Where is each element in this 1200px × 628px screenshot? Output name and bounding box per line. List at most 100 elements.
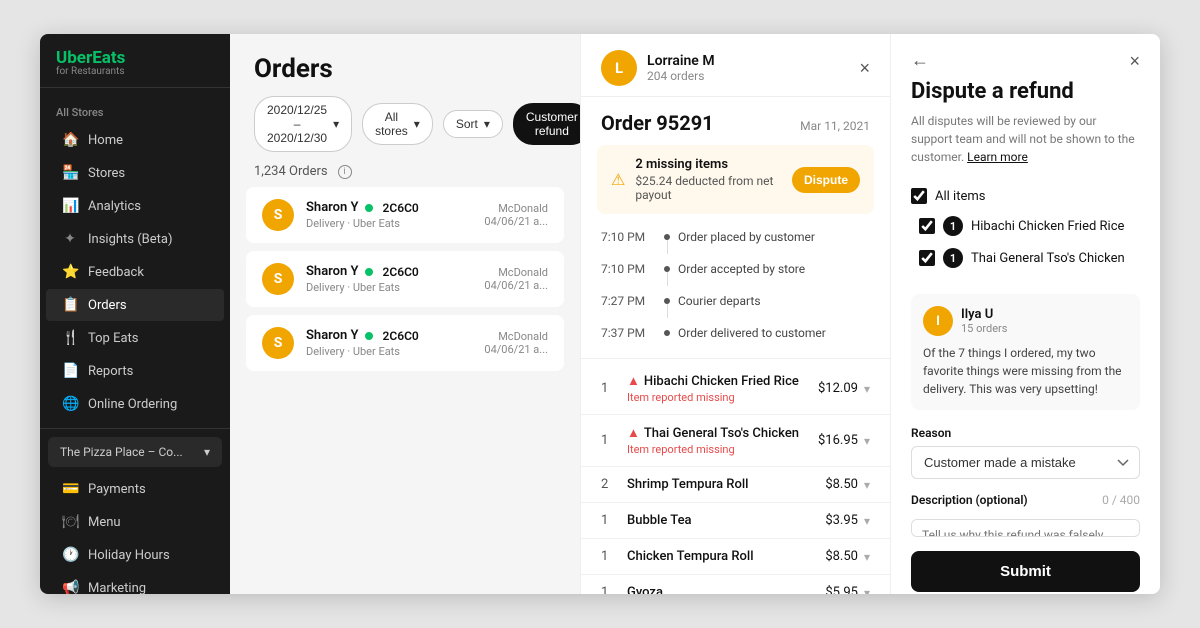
close-dispute-button[interactable]: ×: [1129, 52, 1140, 70]
sidebar: UberEats for Restaurants All Stores 🏠 Ho…: [40, 34, 230, 594]
sidebar-item-analytics[interactable]: 📊 Analytics: [46, 190, 224, 222]
timeline-event: Order delivered to customer: [678, 326, 826, 340]
item-qty: 1: [601, 513, 619, 528]
table-row[interactable]: S Sharon Y 2C6C0 Delivery · Uber Eats Mc…: [246, 187, 564, 243]
sidebar-item-label: Menu: [88, 515, 121, 530]
order-item-row[interactable]: 1 Chicken Tempura Roll $8.50 ▾: [581, 539, 890, 575]
stores-icon: 🏪: [62, 165, 78, 181]
all-items-checkbox[interactable]: [911, 188, 927, 204]
app-logo: UberEats for Restaurants: [40, 34, 230, 88]
dispute-banner-title: 2 missing items: [635, 157, 782, 172]
date-range-label: 2020/12/25 – 2020/12/30: [267, 103, 327, 145]
order-meta: Delivery · Uber Eats: [306, 281, 472, 294]
close-button[interactable]: ×: [859, 59, 870, 77]
sidebar-item-topeats[interactable]: 🍴 Top Eats: [46, 322, 224, 354]
store-filter-button[interactable]: All stores ▾: [362, 103, 433, 145]
dispute-title: Dispute a refund: [911, 79, 1140, 104]
item-price: $3.95: [814, 513, 858, 528]
sidebar-item-online-ordering[interactable]: 🌐 Online Ordering: [46, 388, 224, 420]
item-name: Chicken Tempura Roll: [627, 549, 806, 564]
chevron-right-icon: ▾: [864, 382, 870, 396]
reviewer-name: Ilya U: [961, 307, 1007, 322]
order-item-row[interactable]: 1 ▲Thai General Tso's Chicken Item repor…: [581, 415, 890, 467]
timeline-event: Order placed by customer: [678, 230, 815, 254]
sidebar-item-label: Holiday Hours: [88, 548, 170, 563]
order-timeline: 7:10 PM Order placed by customer 7:10 PM…: [581, 226, 890, 354]
home-icon: 🏠: [62, 132, 78, 148]
orders-count-label: 1,234 Orders: [254, 164, 328, 179]
description-textarea[interactable]: [911, 519, 1140, 537]
menu-icon: 🍽: [62, 514, 78, 530]
store-selector[interactable]: The Pizza Place – Co... ▾: [48, 437, 222, 467]
sidebar-item-label: Online Ordering: [88, 397, 177, 412]
feedback-icon: ⭐: [62, 264, 78, 280]
all-items-checkbox-row[interactable]: All items: [911, 182, 1140, 210]
sort-label: Sort: [456, 117, 478, 131]
avatar: S: [262, 263, 294, 295]
sidebar-item-menu[interactable]: 🍽 Menu: [46, 506, 224, 538]
order-item-row[interactable]: 1 Bubble Tea $3.95 ▾: [581, 503, 890, 539]
dispute-button[interactable]: Dispute: [792, 167, 860, 193]
sidebar-item-insights[interactable]: ✦ Insights (Beta): [46, 223, 224, 255]
item-qty: 2: [601, 477, 619, 492]
item-2-checkbox-row[interactable]: 1 Thai General Tso's Chicken: [919, 242, 1140, 274]
sidebar-item-stores[interactable]: 🏪 Stores: [46, 157, 224, 189]
sidebar-item-label: Payments: [88, 482, 146, 497]
back-button[interactable]: ←: [911, 50, 929, 71]
reviewer-orders: 15 orders: [961, 322, 1007, 335]
order-date: Mar 11, 2021: [800, 119, 870, 133]
table-row[interactable]: S Sharon Y 2C6C0 Delivery · Uber Eats Mc…: [246, 251, 564, 307]
customer-refund-label: Customer refund: [526, 110, 578, 138]
reason-label: Reason: [911, 426, 1140, 440]
item-2-checkbox[interactable]: [919, 250, 935, 266]
chevron-down-icon: ▾: [204, 445, 210, 459]
order-item-row[interactable]: 2 Shrimp Tempura Roll $8.50 ▾: [581, 467, 890, 503]
customer-refund-tab[interactable]: Customer refund: [513, 103, 580, 145]
sidebar-item-feedback[interactable]: ⭐ Feedback: [46, 256, 224, 288]
order-info: Sharon Y 2C6C0 Delivery · Uber Eats: [306, 264, 472, 294]
description-label: Description (optional): [911, 493, 1028, 507]
table-row[interactable]: S Sharon Y 2C6C0 Delivery · Uber Eats Mc…: [246, 315, 564, 371]
reason-select[interactable]: Customer made a mistake Items were inclu…: [911, 446, 1140, 479]
sidebar-item-label: Feedback: [88, 265, 144, 280]
chevron-right-icon: ▾: [864, 434, 870, 448]
learn-more-link[interactable]: Learn more: [967, 150, 1028, 164]
order-item-row[interactable]: 1 Gyoza $5.95 ▾: [581, 575, 890, 594]
item-1-checkbox[interactable]: [919, 218, 935, 234]
item-name: ▲Thai General Tso's Chicken: [627, 425, 806, 441]
item-qty: 1: [601, 585, 619, 594]
item-missing-label: Item reported missing: [627, 443, 806, 456]
item-qty: 1: [601, 549, 619, 564]
main-header: Orders: [230, 34, 580, 96]
dispute-subtitle: All disputes will be reviewed by our sup…: [911, 112, 1140, 166]
submit-button[interactable]: Submit: [911, 551, 1140, 592]
back-icon: ←: [911, 50, 929, 70]
customer-name: Lorraine M: [647, 53, 715, 69]
item-qty: 1: [601, 433, 619, 448]
timeline-item: 7:27 PM Courier departs: [601, 290, 870, 322]
dispute-panel-header: ← ×: [911, 50, 1140, 71]
item-price: $16.95: [814, 433, 858, 448]
item-name: Shrimp Tempura Roll: [627, 477, 806, 492]
sidebar-item-orders[interactable]: 📋 Orders: [46, 289, 224, 321]
panel-customer: L Lorraine M 204 orders: [601, 50, 715, 86]
sidebar-item-reports[interactable]: 📄 Reports: [46, 355, 224, 387]
sidebar-item-marketing[interactable]: 📢 Marketing: [46, 572, 224, 594]
page-title: Orders: [254, 54, 556, 84]
chevron-down-icon: ▾: [414, 117, 420, 131]
order-item-row[interactable]: 1 ▲Hibachi Chicken Fried Rice Item repor…: [581, 363, 890, 415]
review-text: Of the 7 things I ordered, my two favori…: [923, 344, 1128, 398]
order-meta: Delivery · Uber Eats: [306, 345, 472, 358]
item-1-checkbox-row[interactable]: 1 Hibachi Chicken Fried Rice: [919, 210, 1140, 242]
sort-button[interactable]: Sort ▾: [443, 110, 503, 138]
sidebar-item-home[interactable]: 🏠 Home: [46, 124, 224, 156]
sidebar-item-payments[interactable]: 💳 Payments: [46, 473, 224, 505]
item-qty: 1: [601, 381, 619, 396]
sidebar-item-label: Stores: [88, 166, 125, 181]
info-icon: i: [338, 165, 352, 179]
status-dot: [365, 268, 373, 276]
date-filter-button[interactable]: 2020/12/25 – 2020/12/30 ▾: [254, 96, 352, 152]
orders-count-row: 1,234 Orders i: [230, 164, 580, 187]
item-name: Bubble Tea: [627, 513, 806, 528]
sidebar-item-holiday-hours[interactable]: 🕐 Holiday Hours: [46, 539, 224, 571]
